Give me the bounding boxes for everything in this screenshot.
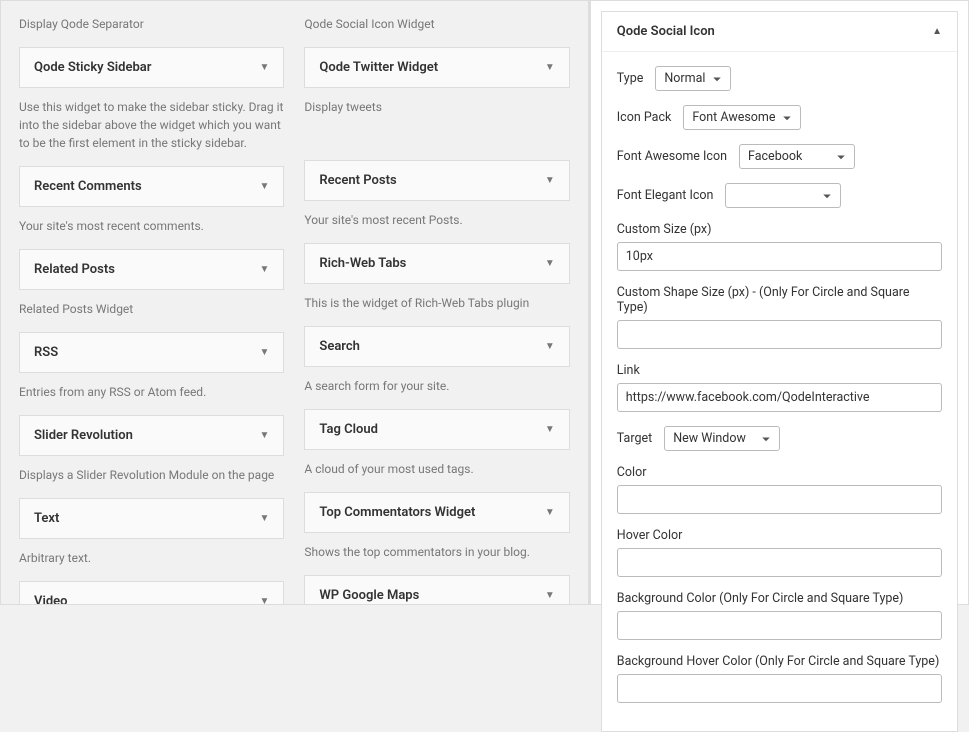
chevron-down-icon: ▼	[259, 62, 269, 73]
widget-box[interactable]: Tag Cloud ▼	[304, 409, 569, 450]
widget-title: Video	[34, 594, 68, 604]
bg-input[interactable]	[617, 611, 942, 640]
widget-description: Arbitrary text.	[19, 539, 284, 567]
widget-column-1: Display Qode Separator Qode Sticky Sideba…	[19, 1, 284, 604]
chevron-down-icon: ▼	[259, 264, 269, 275]
widget-title: Recent Comments	[34, 179, 142, 194]
shapesize-label: Custom Shape Size (px) - (Only For Circl…	[617, 285, 942, 315]
widget-title: Qode Sticky Sidebar	[34, 60, 151, 75]
chevron-down-icon: ▼	[259, 513, 269, 524]
widget-box[interactable]: WP Google Maps ▼	[304, 575, 569, 604]
widget-settings-panel: Qode Social Icon ▲ Type Normal Icon Pack…	[588, 1, 968, 604]
widgets-left-panel: Display Qode Separator Qode Sticky Sideba…	[1, 1, 588, 604]
widget-title: Search	[319, 339, 360, 354]
widget-box[interactable]: Qode Sticky Sidebar ▼	[19, 47, 284, 88]
widget-title: Top Commentators Widget	[319, 505, 475, 520]
widget-box[interactable]: Recent Comments ▼	[19, 166, 284, 207]
color-label: Color	[617, 465, 942, 480]
chevron-down-icon: ▼	[545, 62, 555, 73]
settings-panel-title: Qode Social Icon	[617, 24, 715, 39]
widget-description: Your site's most recent comments.	[19, 207, 284, 235]
widget-title: WP Google Maps	[319, 588, 419, 603]
hover-label: Hover Color	[617, 528, 942, 543]
bg-label: Background Color (Only For Circle and Sq…	[617, 591, 942, 606]
chevron-down-icon: ▼	[545, 424, 555, 435]
widget-box[interactable]: Search ▼	[304, 326, 569, 367]
widget-description: Display tweets	[304, 88, 569, 116]
target-select[interactable]: New Window	[664, 426, 780, 451]
chevron-down-icon: ▼	[545, 258, 555, 269]
widget-title: Rich-Web Tabs	[319, 256, 406, 271]
widget-box[interactable]: Top Commentators Widget ▼	[304, 492, 569, 533]
bghover-input[interactable]	[617, 674, 942, 703]
widget-box[interactable]: Text ▼	[19, 498, 284, 539]
widget-description: Your site's most recent Posts.	[304, 201, 569, 229]
widget-box[interactable]: RSS ▼	[19, 332, 284, 373]
customsize-label: Custom Size (px)	[617, 222, 942, 237]
faicon-select[interactable]: Facebook	[739, 144, 855, 169]
widget-description: Entries from any RSS or Atom feed.	[19, 373, 284, 401]
widget-description: A cloud of your most used tags.	[304, 450, 569, 478]
widget-box[interactable]: Video ▼	[19, 581, 284, 604]
bghover-label: Background Hover Color (Only For Circle …	[617, 654, 942, 669]
faicon-label: Font Awesome Icon	[617, 149, 727, 164]
widget-column-2: Qode Social Icon Widget Qode Twitter Widg…	[304, 1, 569, 604]
widget-description: Displays a Slider Revolution Module on t…	[19, 456, 284, 484]
widget-description: Shows the top commentators in your blog.	[304, 533, 569, 561]
link-label: Link	[617, 363, 942, 378]
chevron-down-icon: ▼	[545, 175, 555, 186]
widget-title: RSS	[34, 345, 58, 360]
widget-title: Tag Cloud	[319, 422, 378, 437]
feicon-select[interactable]	[725, 183, 841, 208]
widget-description: A search form for your site.	[304, 367, 569, 395]
widget-description: Qode Social Icon Widget	[304, 15, 569, 33]
settings-panel-header[interactable]: Qode Social Icon ▲	[602, 12, 957, 52]
widget-description: Related Posts Widget	[19, 290, 284, 318]
widget-title: Slider Revolution	[34, 428, 133, 443]
widget-box[interactable]: Slider Revolution ▼	[19, 415, 284, 456]
type-select[interactable]: Normal	[655, 66, 731, 91]
chevron-down-icon: ▼	[259, 430, 269, 441]
target-label: Target	[617, 431, 652, 446]
iconpack-select[interactable]: Font Awesome	[683, 105, 801, 130]
chevron-down-icon: ▼	[545, 590, 555, 601]
widget-description: This is the widget of Rich-Web Tabs plug…	[304, 284, 569, 312]
widget-title: Related Posts	[34, 262, 115, 277]
widget-box[interactable]: Related Posts ▼	[19, 249, 284, 290]
color-input[interactable]	[617, 485, 942, 514]
hover-input[interactable]	[617, 548, 942, 577]
chevron-down-icon: ▼	[259, 181, 269, 192]
widget-box[interactable]: Qode Twitter Widget ▼	[304, 47, 569, 88]
feicon-label: Font Elegant Icon	[617, 188, 714, 203]
widget-title: Text	[34, 511, 59, 526]
shapesize-input[interactable]	[617, 320, 942, 349]
chevron-up-icon: ▲	[932, 26, 942, 37]
widget-title: Qode Twitter Widget	[319, 60, 438, 75]
iconpack-label: Icon Pack	[617, 110, 672, 125]
type-label: Type	[617, 71, 644, 86]
chevron-down-icon: ▼	[545, 507, 555, 518]
chevron-down-icon: ▼	[259, 596, 269, 604]
chevron-down-icon: ▼	[545, 341, 555, 352]
widget-box[interactable]: Recent Posts ▼	[304, 160, 569, 201]
chevron-down-icon: ▼	[259, 347, 269, 358]
customsize-input[interactable]	[617, 242, 942, 271]
widget-box[interactable]: Rich-Web Tabs ▼	[304, 243, 569, 284]
widget-description: Use this widget to make the sidebar stic…	[19, 88, 284, 152]
widget-title: Recent Posts	[319, 173, 396, 188]
widget-description: Display Qode Separator	[19, 15, 284, 33]
link-input[interactable]	[617, 383, 942, 412]
